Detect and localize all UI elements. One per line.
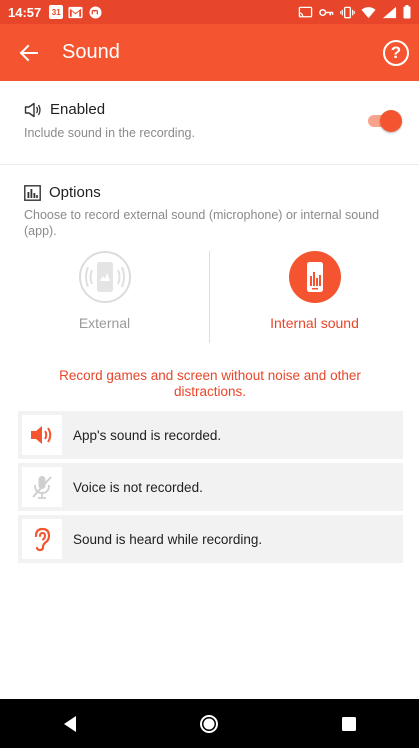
enabled-header: Enabled <box>24 101 105 118</box>
info-text: Voice is not recorded. <box>73 479 203 495</box>
speaker-outline-icon <box>24 102 41 117</box>
toggle-thumb <box>380 110 402 132</box>
external-sound-option[interactable]: External <box>17 251 192 341</box>
wifi-icon <box>361 6 376 18</box>
gmail-icon <box>68 6 83 18</box>
nav-recents-button[interactable] <box>325 700 373 748</box>
external-sound-circle <box>78 251 131 303</box>
options-subtitle: Choose to record external sound (microph… <box>24 208 380 238</box>
speaker-icon <box>31 426 52 444</box>
vibrate-icon <box>340 6 355 18</box>
hint-text: Record games and screen without noise an… <box>59 368 361 399</box>
phone-mic-icon <box>84 262 125 292</box>
calendar-icon: 31 <box>49 5 64 19</box>
notification-icons: 31 <box>49 5 103 19</box>
battery-icon <box>403 5 411 19</box>
calendar-day: 31 <box>51 7 61 17</box>
choice-divider <box>209 251 210 343</box>
internal-sound-option[interactable]: Internal sound <box>227 251 402 341</box>
internal-sound-circle <box>288 251 341 303</box>
enabled-subtitle: Include sound in the recording. <box>24 126 195 140</box>
square-recents-icon <box>342 716 357 731</box>
app-bar: Sound ? <box>0 24 419 81</box>
mic-off-icon <box>32 476 52 499</box>
enabled-section: Enabled Include sound in the recording. <box>0 81 419 165</box>
ear-icon <box>34 527 51 552</box>
options-title: Options <box>49 184 101 201</box>
info-text: App's sound is recorded. <box>73 427 222 443</box>
cast-icon <box>298 6 313 17</box>
nav-back-button[interactable] <box>46 700 94 748</box>
back-arrow-icon <box>19 44 38 61</box>
info-icon-box <box>22 519 62 559</box>
app-notification-icon <box>89 5 102 19</box>
triangle-back-icon <box>63 715 76 732</box>
info-card-heard: Sound is heard while recording. <box>18 515 403 563</box>
circle-home-icon <box>200 714 219 733</box>
page-title: Sound <box>62 41 120 63</box>
info-card-app-sound: App's sound is recorded. <box>18 411 403 459</box>
enabled-toggle[interactable] <box>366 110 402 132</box>
info-card-voice: Voice is not recorded. <box>18 463 403 511</box>
status-bar: 14:57 31 <box>0 0 419 24</box>
signal-icon <box>382 6 397 18</box>
internal-sound-label: Internal sound <box>270 315 359 331</box>
status-time: 14:57 <box>8 4 42 20</box>
back-button[interactable] <box>0 24 58 81</box>
help-icon: ? <box>390 42 402 62</box>
navigation-bar <box>0 699 419 748</box>
enabled-title: Enabled <box>50 101 106 118</box>
info-icon-box <box>22 467 62 507</box>
options-header: Options <box>24 184 101 201</box>
help-button[interactable]: ? <box>383 39 409 66</box>
nav-home-button[interactable] <box>185 700 233 748</box>
phone-equalizer-icon <box>306 262 323 292</box>
info-text: Sound is heard while recording. <box>73 531 263 547</box>
equalizer-icon <box>24 184 41 201</box>
info-icon-box <box>22 415 62 455</box>
external-sound-label: External <box>78 315 131 331</box>
key-icon <box>319 8 334 16</box>
system-icons <box>298 5 411 19</box>
